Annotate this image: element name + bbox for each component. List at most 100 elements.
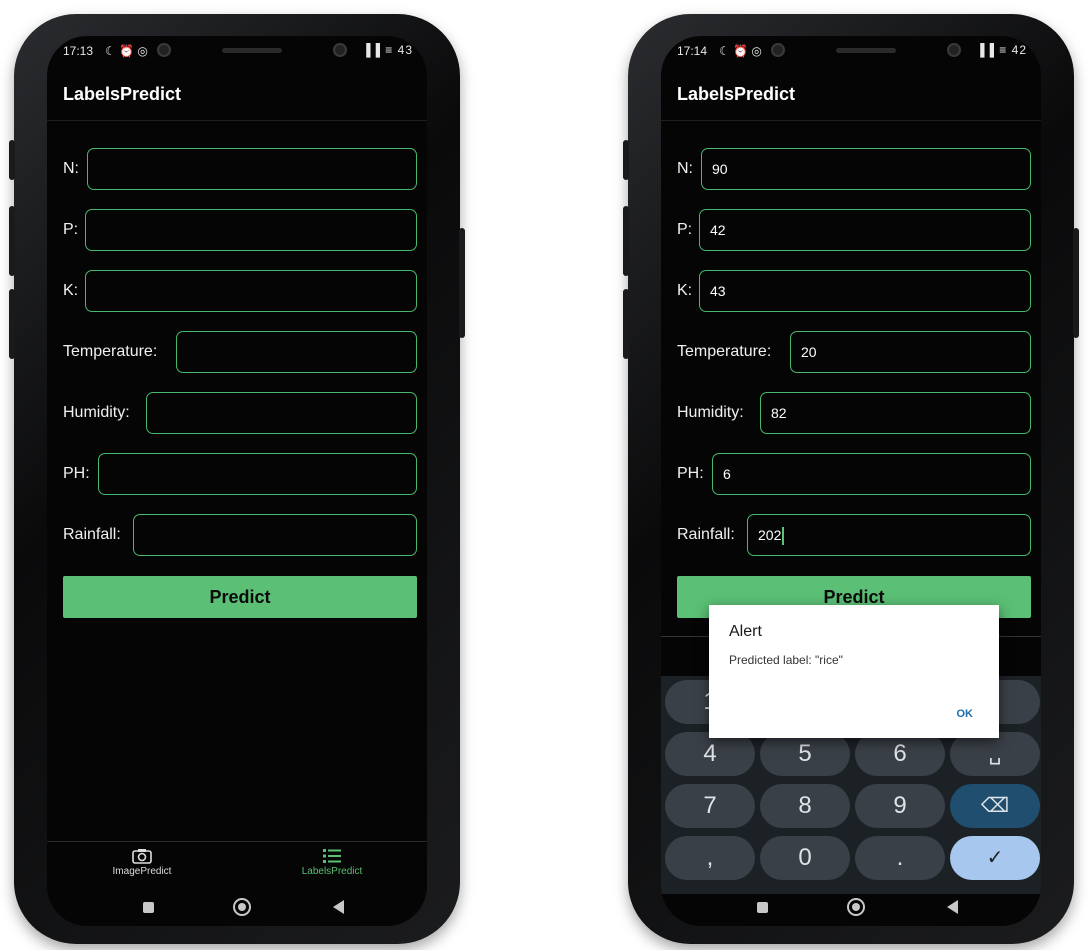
camera-icon [771,43,785,57]
alert-message: Predicted label: "rice" [729,653,843,667]
p-input[interactable]: 42 [699,209,1031,251]
phone-right: 17:14 ☾ ⏰ ◎ ▐▐ ≡ 42 LabelsPredict N: 90 … [623,14,1079,944]
field-label: Temperature: [677,343,772,360]
key-0[interactable]: 0 [760,836,850,880]
side-button [623,140,629,180]
ok-button[interactable]: OK [957,708,974,720]
sensor-icon [947,43,961,57]
list-icon [323,849,341,863]
ph-input[interactable]: 6 [712,453,1031,495]
ph-input[interactable] [98,453,417,495]
key-8[interactable]: 8 [760,784,850,828]
p-input[interactable] [85,209,417,251]
alert-dialog: Alert Predicted label: "rice" OK [709,605,999,738]
field-label: PH: [63,465,90,482]
field-label: Humidity: [677,404,744,421]
side-button [623,206,629,276]
key-period[interactable]: . [855,836,945,880]
page-title: LabelsPredict [63,84,182,104]
speaker-grille [836,47,896,53]
app-bar: LabelsPredict [47,78,427,121]
field-row-rainfall: Rainfall: 202 [677,514,1031,558]
side-button [9,140,15,180]
field-row-ph: PH: [63,453,417,497]
field-row-humidity: Humidity: 82 [677,392,1031,436]
rainfall-input[interactable]: 202 [747,514,1031,556]
power-button [459,228,465,338]
bottom-tab-bar: ImagePredict LabelsPredict [47,841,427,894]
field-label: K: [677,282,693,299]
sensor-icon [333,43,347,57]
k-input[interactable] [85,270,417,312]
field-label: PH: [677,465,704,482]
field-row-temperature: Temperature: [63,331,417,375]
status-time: 17:13 [63,44,94,58]
tab-imagepredict[interactable]: ImagePredict [47,842,237,894]
humidity-input[interactable]: 82 [760,392,1031,434]
field-row-p: P: 42 [677,209,1031,253]
home-icon[interactable] [847,898,865,916]
rainfall-input[interactable] [133,514,417,556]
field-label: Rainfall: [63,526,121,543]
screen: 17:13 ☾ ⏰ ◎ ▐▐ ≡ 43 LabelsPredict N: P: … [47,36,427,926]
done-key-icon[interactable]: ✓ [950,836,1040,880]
back-icon[interactable] [333,900,344,914]
camera-notch [157,42,347,58]
rainfall-value: 202 [758,527,782,543]
predict-button[interactable]: Predict [63,576,417,618]
status-bar: 17:13 ☾ ⏰ ◎ ▐▐ ≡ 43 [47,36,427,72]
system-nav-bar [661,894,1041,926]
key-4[interactable]: 4 [665,732,755,776]
field-label: N: [63,160,79,177]
side-button [9,289,15,359]
status-icons: ☾ ⏰ ◎ [719,44,762,58]
field-label: Rainfall: [677,526,735,543]
field-label: N: [677,160,693,177]
humidity-input[interactable] [146,392,417,434]
n-input[interactable]: 90 [701,148,1031,190]
key-7[interactable]: 7 [665,784,755,828]
temperature-input[interactable]: 20 [790,331,1031,373]
recents-icon[interactable] [757,902,768,913]
speaker-grille [222,47,282,53]
key-5[interactable]: 5 [760,732,850,776]
status-time: 17:14 [677,44,708,58]
field-label: P: [677,221,693,238]
text-cursor [782,527,785,546]
k-input[interactable]: 43 [699,270,1031,312]
backspace-key-icon[interactable]: ⌫ [950,784,1040,828]
side-button [623,289,629,359]
field-label: Humidity: [63,404,130,421]
screen: 17:14 ☾ ⏰ ◎ ▐▐ ≡ 42 LabelsPredict N: 90 … [661,36,1041,926]
field-label: K: [63,282,79,299]
camera-icon [132,849,152,864]
signal-battery-icons: ▐▐ ≡ 42 [975,43,1027,57]
field-row-k: K: 43 [677,270,1031,314]
key-comma[interactable]: , [665,836,755,880]
temperature-input[interactable] [176,331,417,373]
app-bar: LabelsPredict [661,78,1041,121]
n-input[interactable] [87,148,417,190]
key-9[interactable]: 9 [855,784,945,828]
field-label: Temperature: [63,343,158,360]
key-6[interactable]: 6 [855,732,945,776]
alert-title: Alert [729,623,762,640]
recents-icon[interactable] [143,902,154,913]
status-icons: ☾ ⏰ ◎ [105,44,148,58]
page-title: LabelsPredict [677,84,796,104]
field-row-rainfall: Rainfall: [63,514,417,558]
tab-label: LabelsPredict [301,866,363,877]
phone-left: 17:13 ☾ ⏰ ◎ ▐▐ ≡ 43 LabelsPredict N: P: … [9,14,465,944]
field-row-n: N: [63,148,417,192]
system-nav-bar [47,894,427,926]
field-label: P: [63,221,79,238]
field-row-k: K: [63,270,417,314]
field-row-n: N: 90 [677,148,1031,192]
tab-labelspredict[interactable]: LabelsPredict [237,842,427,894]
back-icon[interactable] [947,900,958,914]
camera-icon [157,43,171,57]
status-bar: 17:14 ☾ ⏰ ◎ ▐▐ ≡ 42 [661,36,1041,72]
space-key-icon[interactable]: ␣ [950,732,1040,776]
field-row-temperature: Temperature: 20 [677,331,1031,375]
home-icon[interactable] [233,898,251,916]
